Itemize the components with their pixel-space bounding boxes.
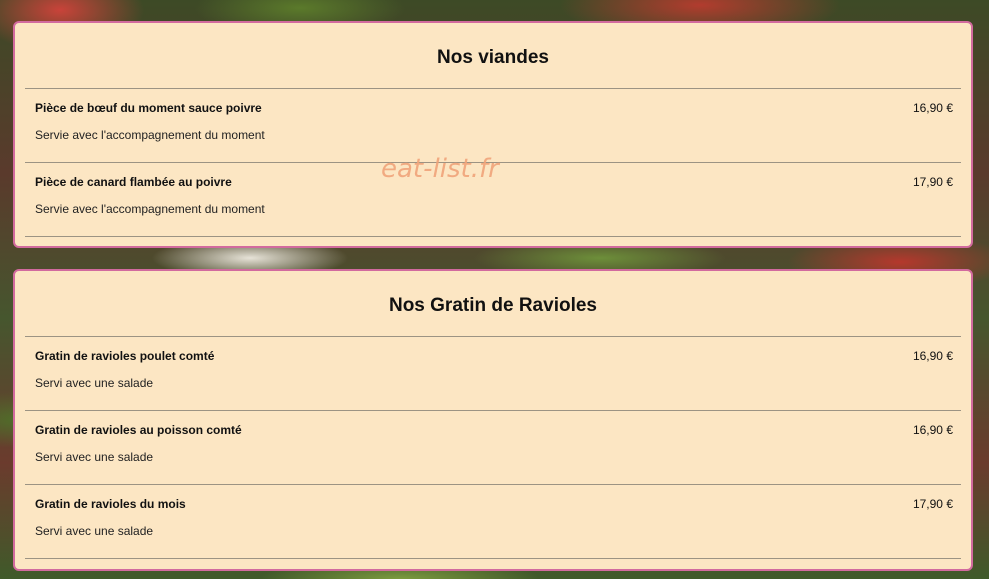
- item-description: Servi avec une salade: [35, 376, 154, 390]
- item-description: Servi avec une salade: [35, 524, 154, 538]
- item-description: Servi avec une salade: [35, 450, 154, 464]
- item-price: 17,90 €: [912, 497, 953, 511]
- item-price: 16,90 €: [912, 101, 953, 115]
- menu-item: Pièce de bœuf du moment sauce poivre 16,…: [25, 89, 961, 163]
- item-name: Gratin de ravioles poulet comté: [35, 349, 215, 363]
- item-name: Pièce de canard flambée au poivre: [35, 175, 232, 189]
- menu-item: Gratin de ravioles poulet comté 16,90 € …: [25, 337, 961, 411]
- menu-section-gratin: Nos Gratin de Ravioles Gratin de raviole…: [13, 269, 973, 571]
- item-description: Servie avec l'accompagnement du moment: [35, 202, 265, 216]
- menu-item: Gratin de ravioles du mois 17,90 € Servi…: [25, 485, 961, 559]
- menu-section-viandes: Nos viandes Pièce de bœuf du moment sauc…: [13, 21, 973, 248]
- item-price: 16,90 €: [912, 423, 953, 437]
- item-price: 16,90 €: [912, 349, 953, 363]
- item-name: Pièce de bœuf du moment sauce poivre: [35, 101, 262, 115]
- item-description: Servie avec l'accompagnement du moment: [35, 128, 265, 142]
- watermark-logo: eat-list.fr: [381, 154, 499, 184]
- item-name: Gratin de ravioles du mois: [35, 497, 186, 511]
- menu-item: Gratin de ravioles au poisson comté 16,9…: [25, 411, 961, 485]
- item-price: 17,90 €: [912, 175, 953, 189]
- item-name: Gratin de ravioles au poisson comté: [35, 423, 242, 437]
- section-title: Nos Gratin de Ravioles: [25, 271, 961, 337]
- section-title: Nos viandes: [25, 23, 961, 89]
